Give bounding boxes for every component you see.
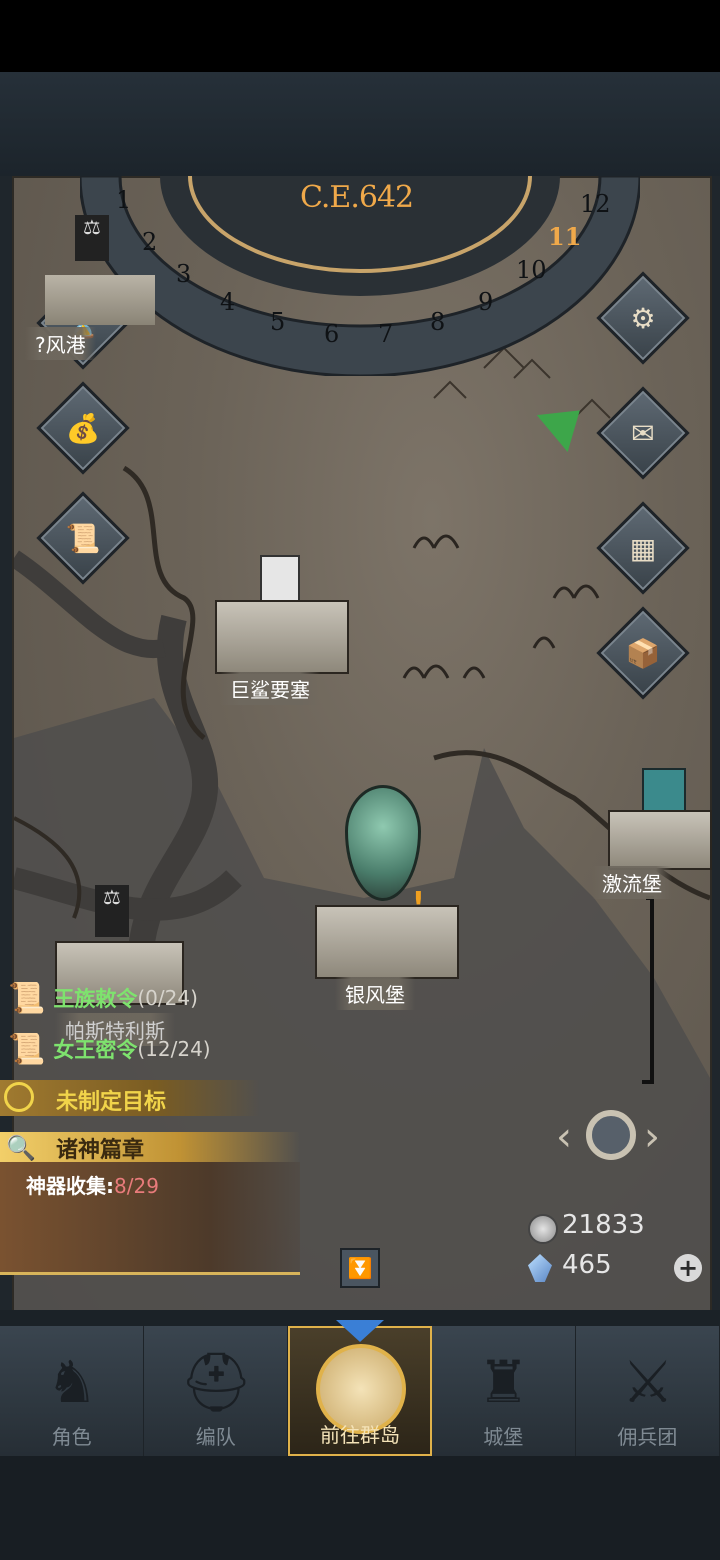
scales-banner-icon: ⚖ [95,885,129,937]
chevron-right-icon: › [644,1114,660,1160]
quest-count: (12/24) [137,1037,211,1061]
gods-chapter-bar[interactable] [0,1132,300,1162]
nav-label: 前往群岛 [320,1423,401,1447]
quest-queen-order[interactable]: 📜 女王密令 (12/24) [8,1029,211,1069]
silver-coin-icon [528,1214,558,1244]
collapse-button[interactable]: ⏬ [340,1248,380,1288]
quest-label: 王族敕令 [53,987,138,1011]
artifact-progress: 神器收集:8/29 [26,1170,159,1199]
nav-castle[interactable]: ♜ 城堡 [432,1326,576,1456]
castle-torrent[interactable]: 激流堡 [590,760,712,900]
month-8[interactable]: 8 [430,308,445,336]
month-5[interactable]: 5 [270,308,285,336]
magnifier-icon: 🔍 [6,1134,36,1162]
artifact-label: 神器收集: [26,1174,114,1198]
target-icon [4,1082,34,1112]
gate-icon: ▦ [629,531,657,565]
month-9[interactable]: 9 [478,288,493,316]
nav-character[interactable]: ♞ 角色 [0,1326,145,1456]
month-6[interactable]: 6 [324,320,339,348]
knight-icon: ♞ [46,1348,98,1416]
castle-icon: ♜ [477,1348,530,1416]
castle-top-left[interactable]: ⚖ ?风港 [25,215,155,360]
castle-label: 银风堡 [335,977,415,1010]
castle-label: 激流堡 [592,866,672,899]
scales-banner-icon: ⚖ [75,215,109,261]
gesture-bar-area [0,1456,720,1560]
scroll-icon: 📜 [8,1031,46,1067]
castle-building [315,905,459,979]
nav-label: 佣兵团 [617,1425,678,1449]
month-10[interactable]: 10 [516,256,547,284]
quest-royal-order[interactable]: 📜 王族敕令 (0/24) [8,978,198,1018]
crosshair-icon [586,1110,636,1160]
top-frame [0,72,720,176]
helmet-marker-icon [345,785,421,901]
nav-label: 角色 [51,1425,92,1449]
scroll-icon: 📜 [65,521,101,555]
castle-label: ?风港 [25,327,96,360]
castle-building [45,275,155,325]
active-nav-indicator [336,1320,384,1342]
month-11-current[interactable]: 11 [548,222,581,251]
castle-building [608,810,712,870]
castle-label: 巨鲨要塞 [220,672,320,705]
nav-mercenary[interactable]: ⚔ 佣兵团 [576,1326,720,1456]
add-crystal-button[interactable]: + [674,1254,702,1282]
gods-chapter-label: 诸神篇章 [56,1138,145,1163]
chevron-down-icon: ⏬ [347,1256,373,1280]
crystal-amount: 465 [562,1250,612,1280]
artifact-value: 8/29 [114,1174,159,1198]
nav-archipelago[interactable]: 前往群岛 [288,1326,432,1456]
nav-label: 编队 [195,1425,236,1449]
chevron-left-icon: ‹ [556,1114,572,1160]
status-bar [0,0,720,72]
castle-bottom-left[interactable]: ⚖ 帕斯特利斯 [55,885,185,1046]
castle-silverwind[interactable]: ! 银风堡 [310,785,460,1015]
calendar-year: C.E.642 [300,180,414,215]
month-12[interactable]: 12 [580,190,611,218]
silver-amount: 21833 [562,1210,645,1240]
recenter-button[interactable]: ‹ › [556,1104,668,1170]
nav-formation[interactable]: ⛑ 编队 [144,1326,289,1456]
castle-building [215,600,349,674]
month-3[interactable]: 3 [176,260,191,288]
quest-label: 女王密令 [53,1038,138,1062]
scroll-icon: 📜 [8,980,46,1016]
nav-label: 城堡 [483,1425,524,1449]
helmet-icon: ⛑ [179,1348,254,1416]
quest-count: (0/24) [137,986,198,1010]
gear-icon: ⚙ [630,301,656,335]
supplies-icon: 📦 [625,636,661,670]
castle-shark-fortress[interactable]: 巨鲨要塞 [205,550,355,705]
month-1[interactable]: 1 [116,186,131,214]
mail-icon: ✉ [631,416,655,450]
month-7[interactable]: 7 [378,320,393,348]
goal-label: 未制定目标 [56,1090,167,1115]
bottom-nav: ♞ 角色 ⛑ 编队 前往群岛 ♜ 城堡 ⚔ 佣兵团 [0,1326,720,1456]
money-bag-icon: 💰 [65,411,101,445]
mercenary-icon: ⚔ [621,1348,674,1416]
month-4[interactable]: 4 [220,288,235,316]
